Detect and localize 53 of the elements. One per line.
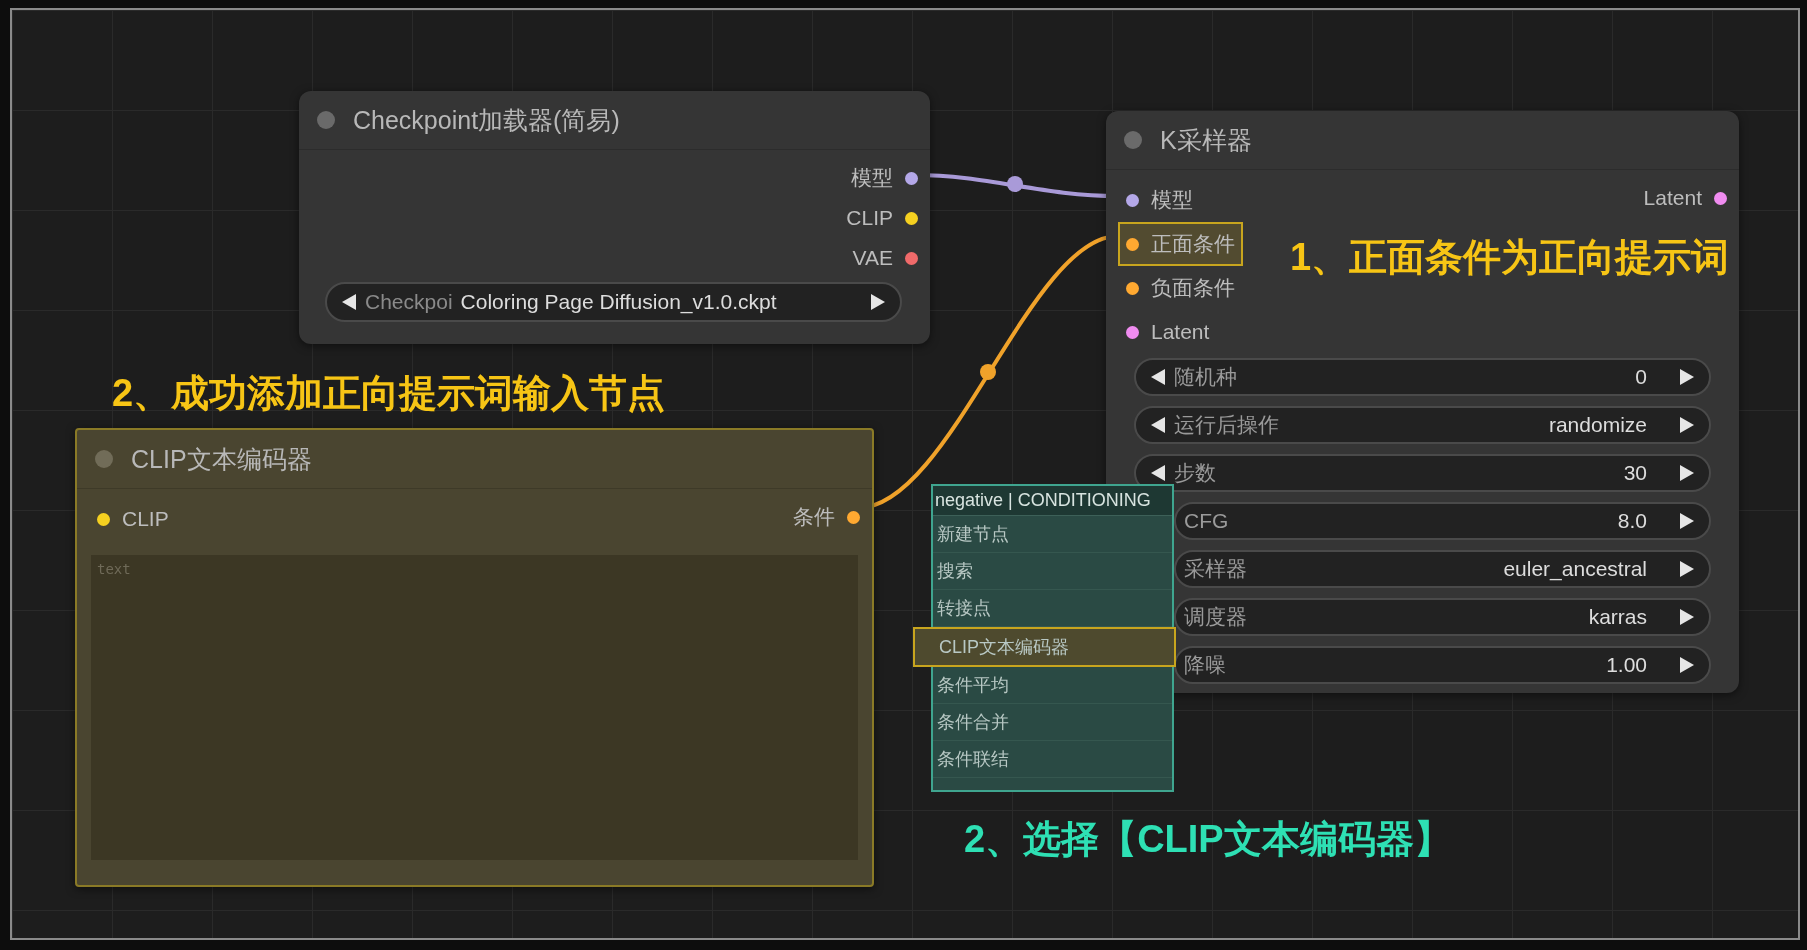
number-widget[interactable]: 随机种 0 bbox=[1134, 358, 1711, 396]
number-widget[interactable]: 运行后操作 randomize bbox=[1134, 406, 1711, 444]
left-arrow-icon[interactable] bbox=[341, 293, 357, 311]
right-arrow-icon[interactable] bbox=[1679, 560, 1695, 578]
output-slot-dot[interactable] bbox=[905, 211, 918, 225]
output-label: 模型 bbox=[851, 165, 893, 191]
right-arrow-icon[interactable] bbox=[870, 293, 886, 311]
output-label: CLIP bbox=[846, 206, 893, 230]
output-label: VAE bbox=[852, 246, 893, 270]
highlighted-input-slot[interactable]: 正面条件 bbox=[1118, 222, 1243, 266]
output-slot-dot[interactable] bbox=[905, 251, 918, 265]
output-label: Latent bbox=[1643, 186, 1702, 210]
annotation-text: 1、正面条件为正向提示词 bbox=[1290, 235, 1730, 280]
input-slot[interactable]: 模型 bbox=[1118, 178, 1243, 222]
menu-item[interactable]: 搜索 bbox=[933, 553, 1172, 590]
checkpoint-node[interactable]: Checkpoint加载器(简易) 模型 CLIP VAE Checkpoi Coloring Page Diffusion_v1.0.ckpt bbox=[299, 91, 930, 344]
input-slot[interactable]: Latent bbox=[1118, 310, 1243, 354]
right-arrow-icon[interactable] bbox=[1679, 416, 1695, 434]
checkpoint-dropdown[interactable]: Checkpoi Coloring Page Diffusion_v1.0.ckpt bbox=[325, 282, 902, 322]
output-slot-dot[interactable] bbox=[847, 510, 860, 524]
menu-item[interactable]: 条件平均 bbox=[933, 667, 1172, 704]
left-arrow-icon[interactable] bbox=[1150, 416, 1166, 434]
number-widget[interactable]: 采样器 euler_ancestral bbox=[1174, 550, 1711, 588]
right-arrow-icon[interactable] bbox=[1679, 464, 1695, 482]
number-widget[interactable]: 降噪 1.00 bbox=[1174, 646, 1711, 684]
node-status-icon bbox=[95, 450, 113, 468]
number-widget[interactable]: 步数 30 bbox=[1134, 454, 1711, 492]
number-widget[interactable]: 调度器 karras bbox=[1174, 598, 1711, 636]
output-slot-dot[interactable] bbox=[1714, 191, 1727, 205]
input-slot-dot[interactable] bbox=[97, 512, 110, 526]
menu-item[interactable]: 条件合并 bbox=[933, 704, 1172, 741]
node-title: Checkpoint加载器(简易) bbox=[353, 104, 620, 136]
node-status-icon bbox=[317, 111, 335, 129]
output-slot-dot[interactable] bbox=[905, 171, 918, 185]
annotation-text: 2、选择【CLIP文本编码器】 bbox=[964, 817, 1452, 862]
output-label: 条件 bbox=[793, 504, 835, 530]
left-arrow-icon[interactable] bbox=[1150, 464, 1166, 482]
number-widget[interactable]: CFG 8.0 bbox=[1174, 502, 1711, 540]
right-arrow-icon[interactable] bbox=[1679, 368, 1695, 386]
node-status-icon bbox=[1124, 131, 1142, 149]
menu-item[interactable]: CLIP文本编码器 bbox=[913, 627, 1176, 667]
node-title: CLIP文本编码器 bbox=[131, 443, 312, 475]
right-arrow-icon[interactable] bbox=[1679, 656, 1695, 674]
node-title: K采样器 bbox=[1160, 124, 1252, 156]
menu-item[interactable]: 条件联结 bbox=[933, 741, 1172, 778]
right-arrow-icon[interactable] bbox=[1679, 608, 1695, 626]
menu-item[interactable]: 新建节点 bbox=[933, 516, 1172, 553]
menu-header: negative | CONDITIONING bbox=[933, 486, 1172, 516]
input-slot[interactable]: 负面条件 bbox=[1118, 266, 1243, 310]
right-arrow-icon[interactable] bbox=[1679, 512, 1695, 530]
annotation-text: 2、成功添加正向提示词输入节点 bbox=[112, 371, 666, 416]
input-label: CLIP bbox=[122, 507, 169, 531]
left-arrow-icon[interactable] bbox=[1150, 368, 1166, 386]
